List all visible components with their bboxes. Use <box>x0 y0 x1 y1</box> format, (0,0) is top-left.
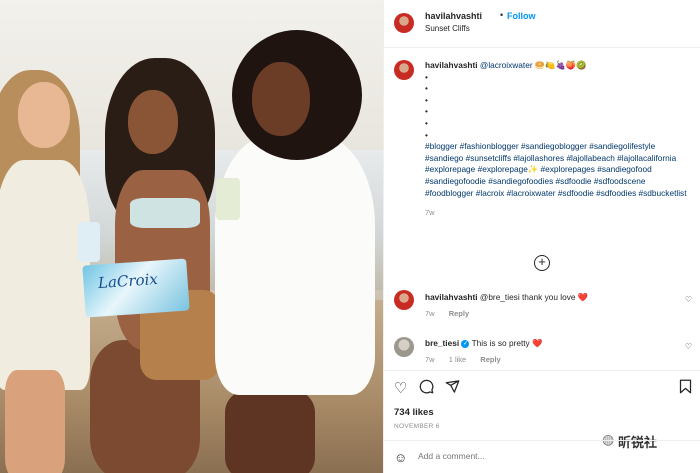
caption-bullet: • <box>425 71 428 82</box>
caption-mention[interactable]: @lacroixwater <box>480 60 533 70</box>
red-heart-emoji: ❤️ <box>577 292 589 302</box>
author-username[interactable]: havilahvashti <box>425 11 482 21</box>
photo-face-middle <box>128 90 178 154</box>
likes-count[interactable]: 734 likes <box>394 407 434 418</box>
red-heart-emoji: ❤️ <box>532 338 543 348</box>
caption-emojis: 🥯🍋🍇🍑🥝 <box>534 60 587 70</box>
caption-bullets: • • • • • • <box>425 72 695 142</box>
photo-face-left <box>18 82 70 148</box>
add-icon: + <box>538 254 546 269</box>
post-date: NOVEMBER 6 <box>394 423 440 430</box>
post-location[interactable]: Sunset Cliffs <box>425 24 470 33</box>
comment-text: This is so pretty <box>471 338 530 348</box>
comment-like-heart-icon[interactable]: ♡ <box>685 295 692 304</box>
comment-like-heart-icon[interactable]: ♡ <box>685 342 692 351</box>
photo-can-left <box>78 222 100 262</box>
heart-icon[interactable]: ♡ <box>394 379 407 397</box>
follow-button[interactable]: Follow <box>507 11 536 21</box>
bookmark-icon[interactable] <box>679 379 692 398</box>
comment-time: 7w <box>425 355 435 364</box>
photo-can-right <box>216 178 240 220</box>
comment-avatar[interactable] <box>394 337 414 357</box>
comment-icon[interactable] <box>419 379 434 398</box>
reply-button[interactable]: Reply <box>480 355 500 364</box>
post-caption: havilahvashti @lacroixwater 🥯🍋🍇🍑🥝 • • • … <box>425 60 695 219</box>
comment-time: 7w <box>425 309 435 318</box>
comment-username[interactable]: havilahvashti <box>425 292 478 302</box>
photo-body-right <box>215 135 375 395</box>
caption-bullet: • <box>425 94 428 105</box>
photo-face-right <box>252 62 310 136</box>
verified-badge-icon: ✓ <box>461 339 470 348</box>
share-icon[interactable] <box>445 379 460 398</box>
caption-avatar[interactable] <box>394 60 414 80</box>
emoji-icon[interactable]: ☺ <box>394 450 407 465</box>
caption-bullet: • <box>425 129 428 140</box>
comment-username[interactable]: bre_tiesi <box>425 338 459 348</box>
comment-avatar[interactable] <box>394 290 414 310</box>
photo-body-left <box>0 160 90 390</box>
caption-time: 7w <box>425 208 435 218</box>
add-comment-bar: ☺ <box>384 440 700 473</box>
load-more-comments-button[interactable]: + <box>534 255 550 271</box>
photo-legs-left <box>5 370 65 473</box>
caption-bullet: • <box>425 83 428 94</box>
caption-hashtags[interactable]: #blogger #fashionblogger #sandiegoblogge… <box>425 141 695 199</box>
comment-item: havilahvashti @bre_tiesi thank you love … <box>425 292 685 318</box>
post-panel: havilahvashti • Follow Sunset Cliffs hav… <box>383 0 700 473</box>
caption-bullet: • <box>425 117 428 128</box>
photo-top-middle <box>130 198 200 228</box>
photo-legs-right <box>225 390 315 473</box>
caption-username[interactable]: havilahvashti <box>425 60 478 70</box>
author-avatar[interactable] <box>394 13 414 33</box>
comment-item: bre_tiesi ✓ This is so pretty ❤️ 7w 1 li… <box>425 338 685 364</box>
caption-bullet: • <box>425 106 428 117</box>
comment-likes[interactable]: 1 like <box>449 355 467 364</box>
reply-button[interactable]: Reply <box>449 309 469 318</box>
add-comment-input[interactable] <box>418 451 568 461</box>
post-photo[interactable]: LaCroix <box>0 0 383 473</box>
comment-text: @bre_tiesi thank you love <box>479 292 576 302</box>
post-header: havilahvashti • Follow Sunset Cliffs <box>384 0 700 48</box>
header-separator: • <box>500 10 504 20</box>
